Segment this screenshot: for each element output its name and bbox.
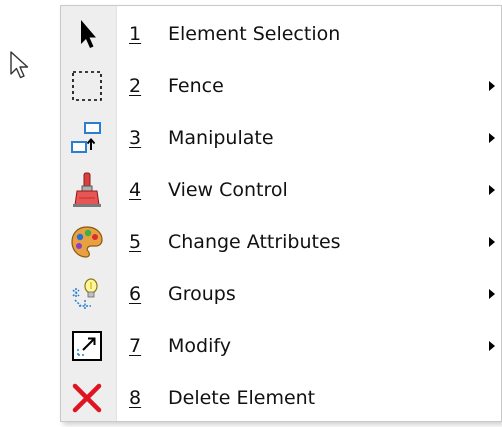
menu-item-number: 6 — [129, 283, 142, 305]
menu-item-manipulate[interactable]: 3 Manipulate — [61, 112, 501, 164]
menu-item-label: Delete Element — [168, 387, 316, 409]
menu-item-label: Groups — [168, 283, 236, 305]
menu-item-element-selection[interactable]: 1 Element Selection — [61, 8, 501, 60]
manipulate-icon — [67, 118, 107, 158]
submenu-arrow-icon — [489, 341, 495, 351]
element-selection-arrow-icon — [67, 14, 107, 54]
menu-item-number: 4 — [129, 179, 142, 201]
menu-item-label: View Control — [168, 179, 288, 201]
mouse-pointer-icon — [10, 51, 29, 79]
groups-lightbulb-icon — [67, 274, 107, 314]
submenu-arrow-icon — [489, 185, 495, 195]
menu-item-modify[interactable]: 7 Modify — [61, 320, 501, 372]
menu-item-number: 7 — [129, 335, 142, 357]
menu-item-fence[interactable]: 2 Fence — [61, 60, 501, 112]
menu-item-change-attributes[interactable]: 5 Change Attributes — [61, 216, 501, 268]
menu-item-label: Modify — [168, 335, 231, 357]
submenu-arrow-icon — [489, 81, 495, 91]
menu-item-label: Change Attributes — [168, 231, 341, 253]
menu-item-number: 8 — [129, 387, 142, 409]
menu-item-label: Manipulate — [168, 127, 274, 149]
menu-item-number: 2 — [129, 75, 142, 97]
menu-item-number: 1 — [129, 23, 142, 45]
menu-item-groups[interactable]: 6 Groups — [61, 268, 501, 320]
menu-item-label: Element Selection — [168, 23, 341, 45]
modify-icon — [67, 326, 107, 366]
menu-item-view-control[interactable]: 4 View Control — [61, 164, 501, 216]
submenu-arrow-icon — [489, 133, 495, 143]
fence-dashed-rectangle-icon — [67, 66, 107, 106]
menu-item-label: Fence — [168, 75, 224, 97]
menu-item-number: 3 — [129, 127, 142, 149]
menu-item-number: 5 — [129, 231, 142, 253]
menu-item-delete-element[interactable]: 8 Delete Element — [61, 372, 501, 424]
context-menu: 1 Element Selection 2 Fence 3 Manipulate — [60, 5, 502, 422]
delete-x-icon — [67, 378, 107, 418]
paintbrush-icon — [67, 170, 107, 210]
submenu-arrow-icon — [489, 237, 495, 247]
submenu-arrow-icon — [489, 289, 495, 299]
palette-icon — [67, 222, 107, 262]
